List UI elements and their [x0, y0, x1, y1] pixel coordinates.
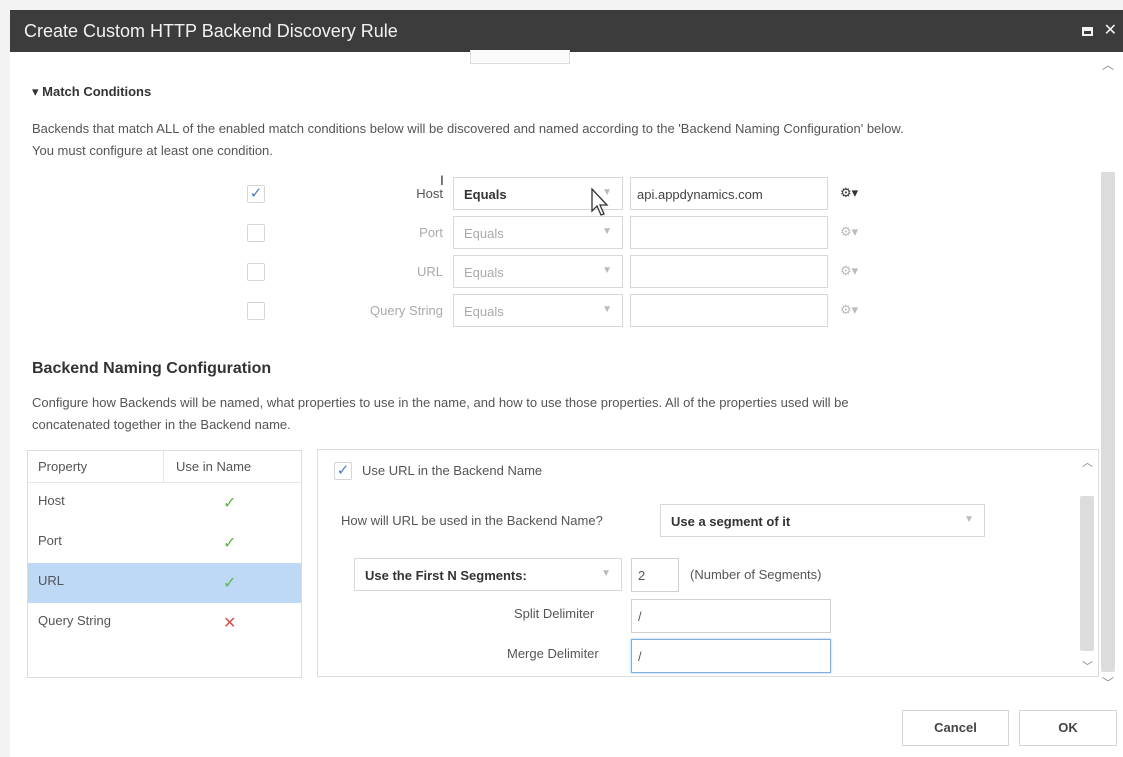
mouse-pointer-icon — [591, 187, 609, 216]
chevron-down-icon: ▼ — [602, 265, 612, 276]
port-label: Port — [419, 225, 443, 240]
port-checkbox[interactable] — [247, 224, 265, 242]
port-value-input[interactable] — [630, 216, 828, 249]
how-used-label: How will URL be used in the Backend Name… — [341, 513, 603, 528]
url-operator-select[interactable]: Equals ▼ — [453, 255, 623, 288]
detail-scrollbar[interactable]: ︿ ﹀ — [1078, 450, 1098, 676]
checkmark-icon: ✓ — [223, 535, 237, 552]
match-conditions-label: Match Conditions — [42, 84, 152, 99]
cross-icon: ✕ — [223, 615, 237, 632]
gear-icon[interactable]: ⚙▾ — [840, 224, 858, 240]
url-value-input[interactable] — [630, 255, 828, 288]
cancel-button[interactable]: Cancel — [902, 710, 1009, 746]
scroll-down-icon[interactable]: ﹀ — [1082, 658, 1093, 674]
property-table-header: Property Use in Name — [28, 451, 301, 483]
condition-row-url: URL Equals ▼ ⚙▾ — [10, 255, 910, 291]
split-delimiter-label: Split Delimiter — [514, 606, 595, 621]
condition-row-port: Port Equals ▼ ⚙▾ — [10, 216, 910, 252]
naming-description: Configure how Backends will be named, wh… — [32, 395, 849, 432]
url-checkbox[interactable] — [247, 263, 265, 281]
gear-icon[interactable]: ⚙▾ — [840, 263, 858, 279]
query-string-value-input[interactable] — [630, 294, 828, 327]
scroll-thumb[interactable] — [1080, 496, 1094, 651]
merge-delimiter-label: Merge Delimiter — [507, 646, 599, 661]
segment-count-hint: (Number of Segments) — [690, 567, 822, 582]
match-conditions-toggle[interactable]: ▾ Match Conditions — [32, 84, 151, 100]
property-table: Property Use in Name Host ✓ Port ✓ URL ✓… — [27, 450, 302, 678]
chevron-down-icon: ▼ — [601, 568, 611, 579]
query-string-label: Query String — [370, 303, 443, 318]
property-column-header: Property — [38, 459, 88, 474]
scrolled-field-stub — [470, 50, 570, 64]
close-icon[interactable]: ✕ — [1104, 22, 1117, 39]
triangle-down-icon: ▾ — [32, 84, 39, 99]
segment-count-input[interactable]: 2 — [631, 558, 679, 592]
chevron-down-icon: ▼ — [602, 226, 612, 237]
window-controls: ✕ — [1070, 10, 1117, 52]
maximize-icon[interactable] — [1076, 22, 1094, 39]
text-cursor-icon: I — [440, 172, 444, 188]
url-label: URL — [416, 264, 443, 279]
scroll-up-icon[interactable]: ︿ — [1082, 454, 1093, 470]
checkmark-icon: ✓ — [223, 495, 237, 512]
merge-delimiter-input[interactable]: / — [631, 639, 831, 673]
host-checkbox[interactable]: ✓ — [247, 185, 265, 203]
scroll-down-icon[interactable]: ﹀ — [1102, 674, 1114, 691]
use-url-label: Use URL in the Backend Name — [362, 463, 543, 478]
use-in-name-column-header: Use in Name — [176, 459, 252, 474]
gear-icon[interactable]: ⚙▾ — [840, 302, 858, 318]
ok-button[interactable]: OK — [1019, 710, 1117, 746]
chevron-down-icon: ▼ — [964, 514, 974, 525]
segment-mode-select[interactable]: Use the First N Segments: ▼ — [354, 558, 622, 591]
naming-heading: Backend Naming Configuration — [32, 360, 272, 377]
checkmark-icon: ✓ — [223, 575, 237, 592]
split-delimiter-input[interactable]: / — [631, 599, 831, 633]
dialog-body: ︿ ﹀ ▾ Match Conditions Backends that mat… — [10, 50, 1123, 757]
property-detail-panel: ✓ Use URL in the Backend Name How will U… — [317, 449, 1099, 677]
query-string-operator-select[interactable]: Equals ▼ — [453, 294, 623, 327]
host-value-input[interactable]: api.appdynamics.com — [630, 177, 828, 210]
gear-icon[interactable]: ⚙▾ — [840, 185, 858, 201]
how-used-select[interactable]: Use a segment of it ▼ — [660, 504, 985, 537]
dialog-titlebar: Create Custom HTTP Backend Discovery Rul… — [10, 10, 1123, 52]
dialog-title: Create Custom HTTP Backend Discovery Rul… — [24, 21, 398, 41]
property-row-host[interactable]: Host ✓ — [28, 483, 301, 523]
property-row-url[interactable]: URL ✓ — [28, 563, 301, 603]
property-row-query-string[interactable]: Query String ✕ — [28, 603, 301, 643]
use-url-checkbox[interactable]: ✓ — [334, 462, 352, 480]
condition-row-host: ✓ Host Equals ▼ api.appdynamics.com ⚙▾ — [10, 177, 910, 213]
query-string-checkbox[interactable] — [247, 302, 265, 320]
condition-row-query-string: Query String Equals ▼ ⚙▾ — [10, 294, 910, 330]
host-label: Host — [416, 186, 443, 201]
match-description: Backends that match ALL of the enabled m… — [32, 121, 904, 158]
port-operator-select[interactable]: Equals ▼ — [453, 216, 623, 249]
chevron-down-icon: ▼ — [602, 304, 612, 315]
property-row-port[interactable]: Port ✓ — [28, 523, 301, 563]
scroll-up-icon[interactable]: ︿ — [1102, 56, 1114, 73]
